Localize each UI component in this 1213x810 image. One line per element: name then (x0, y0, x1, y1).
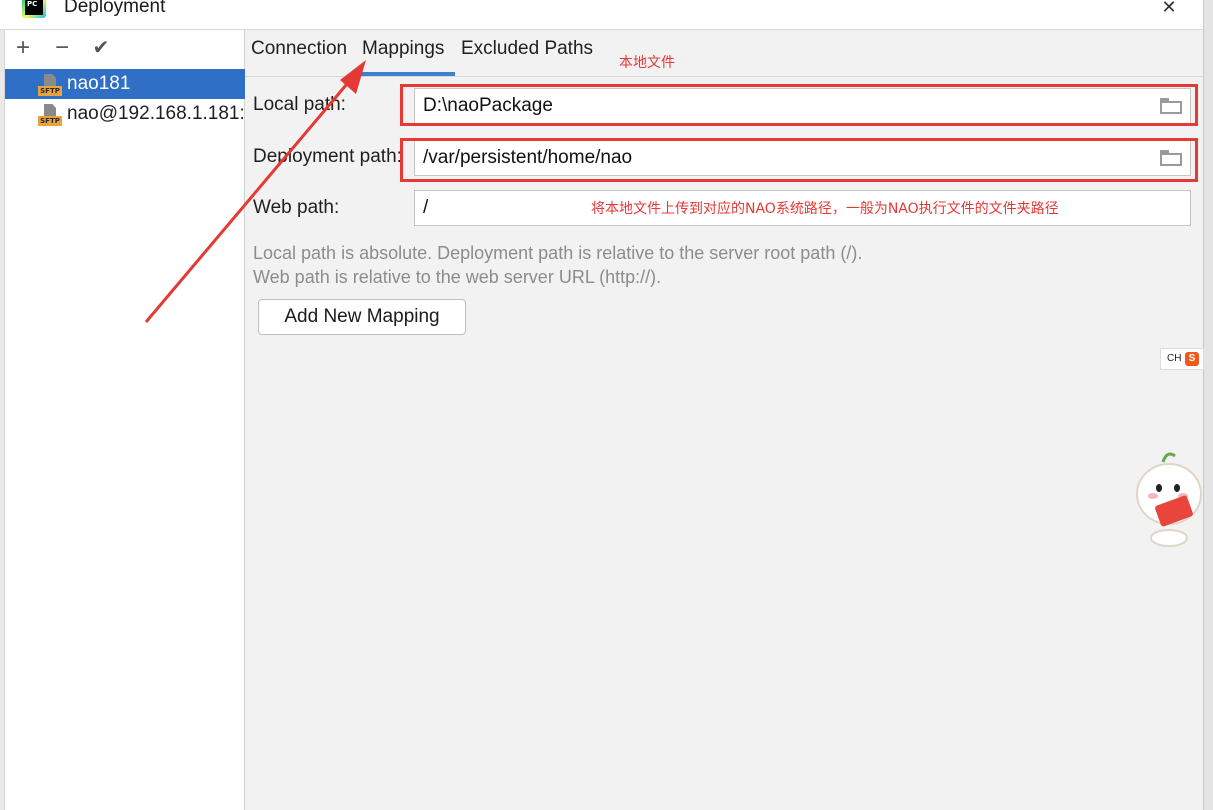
sogou-logo-icon: S (1185, 352, 1199, 366)
mascot-sticker-icon (1136, 452, 1202, 547)
ide-side-tool-strip (1203, 0, 1213, 810)
ime-indicator[interactable]: CH S (1160, 348, 1204, 370)
annotation-arrow (144, 60, 366, 323)
